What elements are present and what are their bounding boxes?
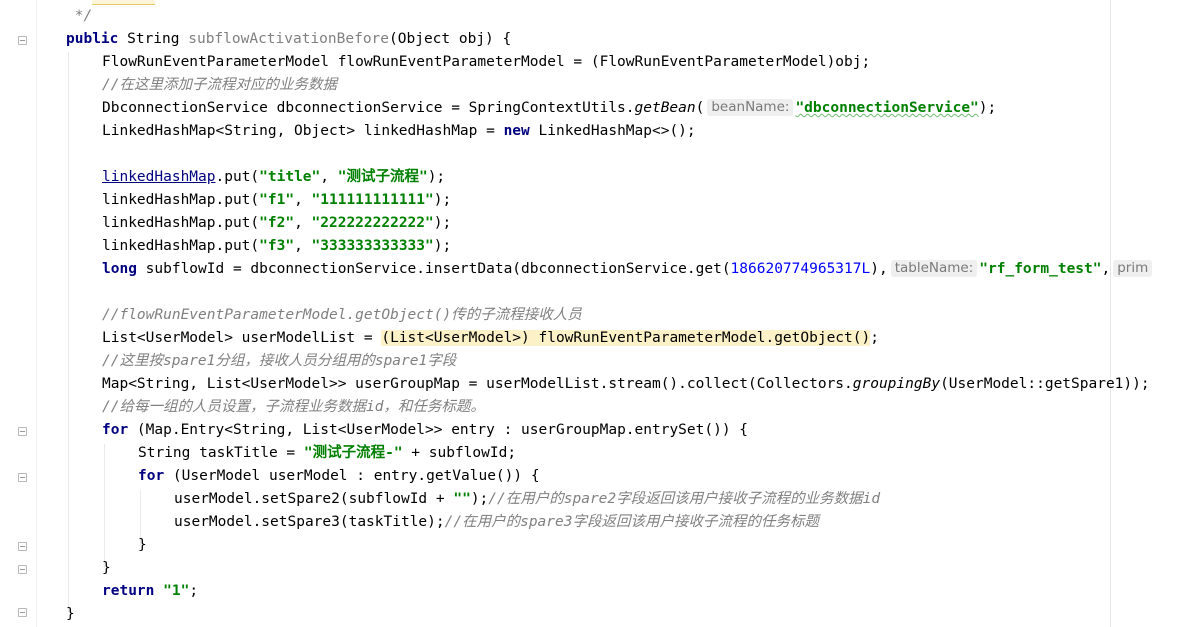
fold-inner-for-icon[interactable] bbox=[18, 473, 27, 482]
code-comment: //在这里添加子流程对应的业务数据 bbox=[102, 77, 337, 93]
search-match-marker bbox=[92, 0, 155, 5]
closing-brace: } bbox=[138, 537, 147, 553]
code-line: long subflowId = dbconnectionService.ins… bbox=[102, 259, 1154, 279]
code-line: linkedHashMap.put("title", "测试子流程"); bbox=[102, 169, 446, 185]
code-line-for: for (Map.Entry<String, List<UserModel>> … bbox=[102, 422, 749, 438]
doc-comment-end: */ bbox=[66, 8, 93, 24]
parameter-hint: prim bbox=[1113, 260, 1153, 277]
fold-method-end-icon[interactable] bbox=[18, 608, 27, 617]
code-comment: //flowRunEventParameterModel.getObject()… bbox=[102, 307, 582, 323]
closing-brace: } bbox=[66, 606, 75, 622]
code-line: List<UserModel> userModelList = (List<Us… bbox=[102, 330, 879, 346]
code-line-return: return "1"; bbox=[102, 583, 199, 599]
code-line: userModel.setSpare3(taskTitle);//在用户的spa… bbox=[174, 514, 819, 530]
closing-brace: } bbox=[102, 560, 111, 576]
fold-inner-for-end-icon[interactable] bbox=[18, 542, 27, 551]
indent-guide bbox=[104, 444, 105, 568]
code-line: Map<String, List<UserModel>> userGroupMa… bbox=[102, 376, 1150, 392]
code-line: userModel.setSpare2(subflowId + "");//在用… bbox=[174, 491, 881, 507]
code-line: linkedHashMap.put("f3", "333333333333"); bbox=[102, 238, 452, 254]
code-line: FlowRunEventParameterModel flowRunEventP… bbox=[102, 54, 871, 70]
highlighted-expression: (List<UserModel>) flowRunEventParameterM… bbox=[381, 330, 871, 346]
variable-link[interactable]: linkedHashMap bbox=[102, 169, 216, 185]
code-line: LinkedHashMap<String, Object> linkedHash… bbox=[102, 123, 696, 139]
code-comment: //给每一组的人员设置，子流程业务数据id，和任务标题。 bbox=[102, 399, 485, 415]
code-line: String taskTitle = "测试子流程-" + subflowId; bbox=[138, 445, 517, 461]
editor-gutter bbox=[0, 0, 37, 627]
indent-guide bbox=[68, 52, 69, 612]
parameter-hint: beanName: bbox=[707, 99, 794, 116]
code-comment: //这里按spare1分组，接收人员分组用的spare1字段 bbox=[102, 353, 457, 369]
code-line-method-signature: public String subflowActivationBefore(Ob… bbox=[66, 31, 512, 47]
code-line-for: for (UserModel userModel : entry.getValu… bbox=[138, 468, 540, 484]
fold-method-icon[interactable] bbox=[18, 36, 27, 45]
code-line: DbconnectionService dbconnectionService … bbox=[102, 99, 997, 116]
fold-outer-for-icon[interactable] bbox=[18, 427, 27, 436]
code-line: linkedHashMap.put("f1", "111111111111"); bbox=[102, 192, 452, 208]
fold-outer-for-end-icon[interactable] bbox=[18, 565, 27, 574]
parameter-hint: tableName: bbox=[890, 260, 978, 277]
code-line: linkedHashMap.put("f2", "222222222222"); bbox=[102, 215, 452, 231]
right-margin-guide bbox=[1110, 0, 1111, 627]
